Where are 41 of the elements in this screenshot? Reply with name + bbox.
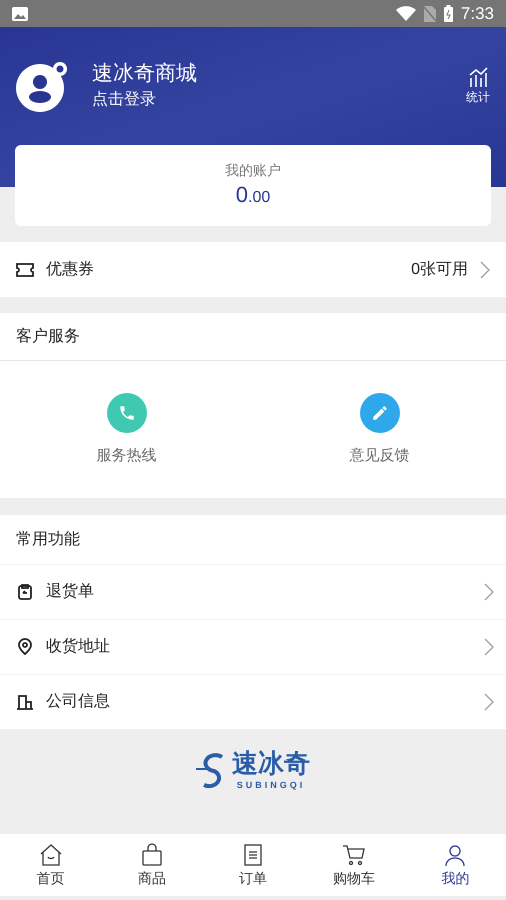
stats-button[interactable]: 统计 (466, 66, 490, 106)
shop-name: 速冰奇商城 (92, 61, 198, 87)
clipboard-icon (16, 583, 34, 601)
account-card[interactable]: 我的账户 0.00 (15, 145, 491, 226)
service-button[interactable]: 意见反馈 (253, 393, 506, 468)
login-link[interactable]: 点击登录 (92, 88, 466, 112)
function-row[interactable]: 收货地址 (0, 619, 506, 674)
coupon-label: 优惠券 (46, 260, 95, 280)
chevron-right-icon (484, 583, 494, 601)
battery-icon (444, 5, 453, 22)
building-icon (16, 693, 34, 711)
brand-latin: SUBINGQI (236, 779, 306, 792)
function-row[interactable]: 退货单 (0, 564, 506, 619)
chevron-right-icon (484, 638, 494, 656)
chevron-right-icon (484, 693, 494, 711)
account-label: 我的账户 (225, 160, 281, 180)
function-label: 公司信息 (46, 692, 111, 712)
function-row[interactable]: 公司信息 (0, 674, 506, 729)
wifi-icon (396, 6, 416, 21)
function-label: 收货地址 (46, 636, 111, 657)
brand-name: 速冰奇 (232, 747, 310, 779)
bar-chart-icon (467, 66, 489, 88)
location-pin-icon (16, 638, 34, 656)
service-button[interactable]: 服务热线 (0, 393, 253, 468)
tab[interactable]: 购物车 (304, 834, 405, 896)
chevron-right-icon (480, 260, 490, 278)
section-title: 常用功能 (15, 530, 81, 550)
avatar-settings-icon (16, 60, 68, 112)
image-icon (12, 6, 28, 20)
balance-value: 0.00 (236, 180, 270, 208)
coupon-count: 0张可用 (411, 260, 468, 280)
tab[interactable]: 商品 (101, 834, 202, 896)
function-label: 退货单 (46, 582, 95, 602)
tab[interactable]: 首页 (0, 834, 102, 896)
clock-text: 7:33 (460, 2, 494, 25)
no-sim-icon (424, 6, 436, 22)
section-title: 客户服务 (0, 313, 506, 361)
tab[interactable]: 我的 (404, 834, 506, 896)
ticket-icon (16, 262, 34, 276)
tab[interactable]: 订单 (202, 834, 304, 896)
coupon-row[interactable]: 优惠券 0张可用 (0, 242, 506, 297)
